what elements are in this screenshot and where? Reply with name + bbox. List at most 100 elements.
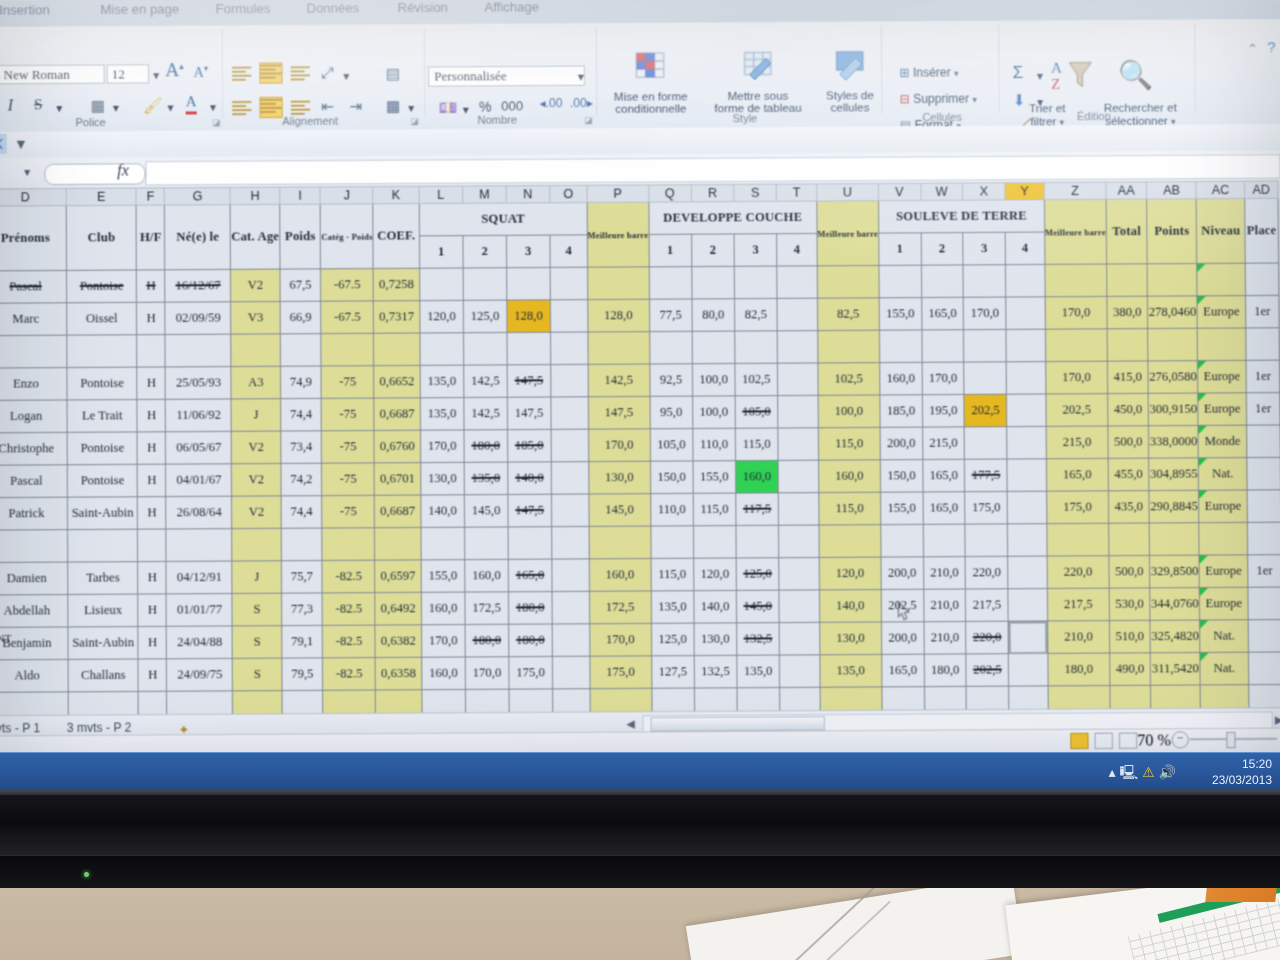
cell-souleve-attempt-4[interactable] <box>1006 426 1047 460</box>
insert-cells-button[interactable]: ⊞ Insérer ▾ <box>899 65 958 79</box>
scroll-left-icon[interactable]: ◀ <box>626 717 635 730</box>
cell-L[interactable] <box>420 527 465 560</box>
cell-M[interactable] <box>463 332 508 366</box>
cell-souleve-attempt-2[interactable]: 210,0 <box>923 556 966 590</box>
cell-developpe-best[interactable]: 82,5 <box>817 297 880 331</box>
cell-squat-best[interactable] <box>587 266 650 300</box>
column-header-N[interactable]: N <box>506 185 550 203</box>
cell-squat-attempt-3[interactable]: 180,0 <box>508 623 553 657</box>
cell-squat-best[interactable]: 145,0 <box>588 493 651 527</box>
cell-M[interactable] <box>464 526 509 560</box>
cell-souleve-attempt-3[interactable]: 177,5 <box>964 459 1008 492</box>
cell-squat-attempt-2[interactable] <box>462 267 507 301</box>
cell-coef[interactable]: 0,6701 <box>374 462 421 496</box>
cell-club[interactable]: Saint-Aubin <box>67 496 138 530</box>
cell-developpe-attempt-1[interactable] <box>648 266 692 300</box>
cell-cat-age[interactable]: A3 <box>231 366 281 399</box>
strikethrough-button[interactable]: S <box>34 97 43 114</box>
cell-squat-best[interactable]: 128,0 <box>587 299 650 332</box>
cell-place[interactable]: 1er <box>1247 554 1280 588</box>
cell-souleve-attempt-4[interactable] <box>1007 491 1047 524</box>
cell-coef[interactable]: 0,6358 <box>375 657 422 690</box>
system-tray-icons[interactable]: ▴ 🖳 ⚠ 🔊 <box>1109 762 1176 786</box>
cell-total[interactable]: 500,0 <box>1107 425 1149 459</box>
cell-AA[interactable] <box>1108 523 1150 556</box>
cell-niveau[interactable]: Europe <box>1197 295 1246 329</box>
cell-souleve-best[interactable]: 210,0 <box>1047 620 1110 654</box>
cell-squat-best[interactable]: 172,5 <box>589 590 652 624</box>
cell-souleve-attempt-1[interactable]: 165,0 <box>881 654 925 687</box>
cell-club[interactable]: Pontoise <box>67 464 138 498</box>
zoom-slider-handle[interactable] <box>1226 731 1236 749</box>
autosum-dropdown-icon[interactable]: ▾ <box>1037 69 1043 83</box>
cell-place[interactable] <box>1248 651 1280 685</box>
cell-K[interactable] <box>374 527 421 561</box>
column-header-D[interactable]: D <box>0 188 67 207</box>
column-header-W[interactable]: W <box>920 183 963 201</box>
cell-categ-poids[interactable]: -82.5 <box>322 657 376 691</box>
ribbon-tab-insertion[interactable]: Insertion <box>0 2 50 17</box>
cell-squat-attempt-2[interactable]: 142,5 <box>463 397 508 430</box>
view-normal-button[interactable] <box>1070 732 1089 750</box>
cell-developpe-attempt-4[interactable] <box>779 622 820 656</box>
cell-categ-poids[interactable]: -75 <box>321 365 374 399</box>
cell-souleve-attempt-4[interactable] <box>1008 620 1048 654</box>
cell-squat-attempt-3[interactable]: 165,0 <box>508 559 552 592</box>
sheet-tab[interactable]: 3 mvts - P 2 <box>67 720 132 735</box>
cell-souleve-attempt-4[interactable] <box>1006 393 1046 427</box>
sort-filter-icon[interactable]: A Z <box>1049 56 1096 98</box>
cell-developpe-attempt-3[interactable]: 105,0 <box>735 395 778 429</box>
name-box[interactable] <box>44 163 146 186</box>
cell-styles-button[interactable]: Styles de cellules <box>808 48 891 115</box>
cell-souleve-attempt-2[interactable]: 165,0 <box>922 459 965 492</box>
view-page-break-button[interactable] <box>1118 732 1138 749</box>
cell-souleve-best[interactable]: 175,0 <box>1046 490 1109 524</box>
cell-squat-attempt-4[interactable] <box>550 364 588 397</box>
cell-N[interactable] <box>506 332 551 365</box>
cell-R[interactable] <box>692 331 735 364</box>
cell-souleve-attempt-1[interactable]: 155,0 <box>879 297 922 331</box>
cell-souleve-attempt-4[interactable] <box>1006 361 1046 395</box>
cell-points[interactable]: 304,8955 <box>1148 457 1199 491</box>
cell-developpe-attempt-4[interactable] <box>777 298 818 331</box>
cell-squat-attempt-2[interactable]: 135,0 <box>464 462 508 495</box>
cell-categ-poids[interactable]: -67.5 <box>320 268 374 302</box>
cell-souleve-best[interactable]: 217,5 <box>1047 588 1110 621</box>
cell-X[interactable] <box>963 329 1007 363</box>
increase-indent-icon[interactable]: ⇥ <box>349 97 362 115</box>
cell-souleve-best[interactable]: 202,5 <box>1045 393 1108 427</box>
cell-developpe-attempt-3[interactable]: 145,0 <box>736 590 780 623</box>
fill-color-button[interactable]: 🖌 <box>143 96 162 114</box>
cell-coef[interactable]: 0,7258 <box>373 268 420 301</box>
cell-hf[interactable]: H <box>137 464 167 497</box>
cell-developpe-attempt-3[interactable]: 135,0 <box>736 655 780 688</box>
cell-date-naissance[interactable]: 02/09/59 <box>165 301 232 335</box>
cell-developpe-attempt-2[interactable]: 80,0 <box>691 298 735 332</box>
cell-niveau[interactable]: Monde <box>1198 425 1247 458</box>
cell-U[interactable] <box>818 524 881 558</box>
column-header-J[interactable]: J <box>320 186 373 205</box>
cell-Y[interactable] <box>1006 329 1046 362</box>
cell-developpe-attempt-1[interactable]: 115,0 <box>650 558 694 591</box>
cell-squat-attempt-1[interactable]: 130,0 <box>420 462 465 496</box>
cell-date-naissance[interactable]: 11/06/92 <box>165 398 232 432</box>
cell-V[interactable] <box>880 524 924 558</box>
italic-button[interactable]: I <box>8 97 13 115</box>
column-header-AD[interactable]: AD <box>1244 181 1279 199</box>
cell-souleve-attempt-1[interactable]: 155,0 <box>880 491 923 525</box>
cell-souleve-attempt-3[interactable]: 175,0 <box>964 491 1008 525</box>
cell-place[interactable] <box>1247 587 1280 620</box>
cell-prenom[interactable]: Patrick <box>0 497 68 531</box>
cell-poids[interactable]: 73,4 <box>280 430 322 464</box>
cell-coef[interactable]: 0,6687 <box>373 397 421 431</box>
cell-squat-attempt-1[interactable]: 170,0 <box>420 429 465 463</box>
cell-coef[interactable]: 0,6597 <box>374 559 422 593</box>
cell-poids[interactable]: 74,2 <box>280 463 323 496</box>
autosum-button[interactable]: Σ <box>1013 63 1024 83</box>
cell-developpe-best[interactable] <box>817 265 880 299</box>
cell-cat-age[interactable]: V2 <box>231 495 282 529</box>
cell-categ-poids[interactable]: -75 <box>321 398 375 431</box>
cell-X[interactable] <box>965 523 1008 557</box>
cell-total[interactable]: 490,0 <box>1109 652 1151 686</box>
cell-place[interactable] <box>1246 424 1280 458</box>
